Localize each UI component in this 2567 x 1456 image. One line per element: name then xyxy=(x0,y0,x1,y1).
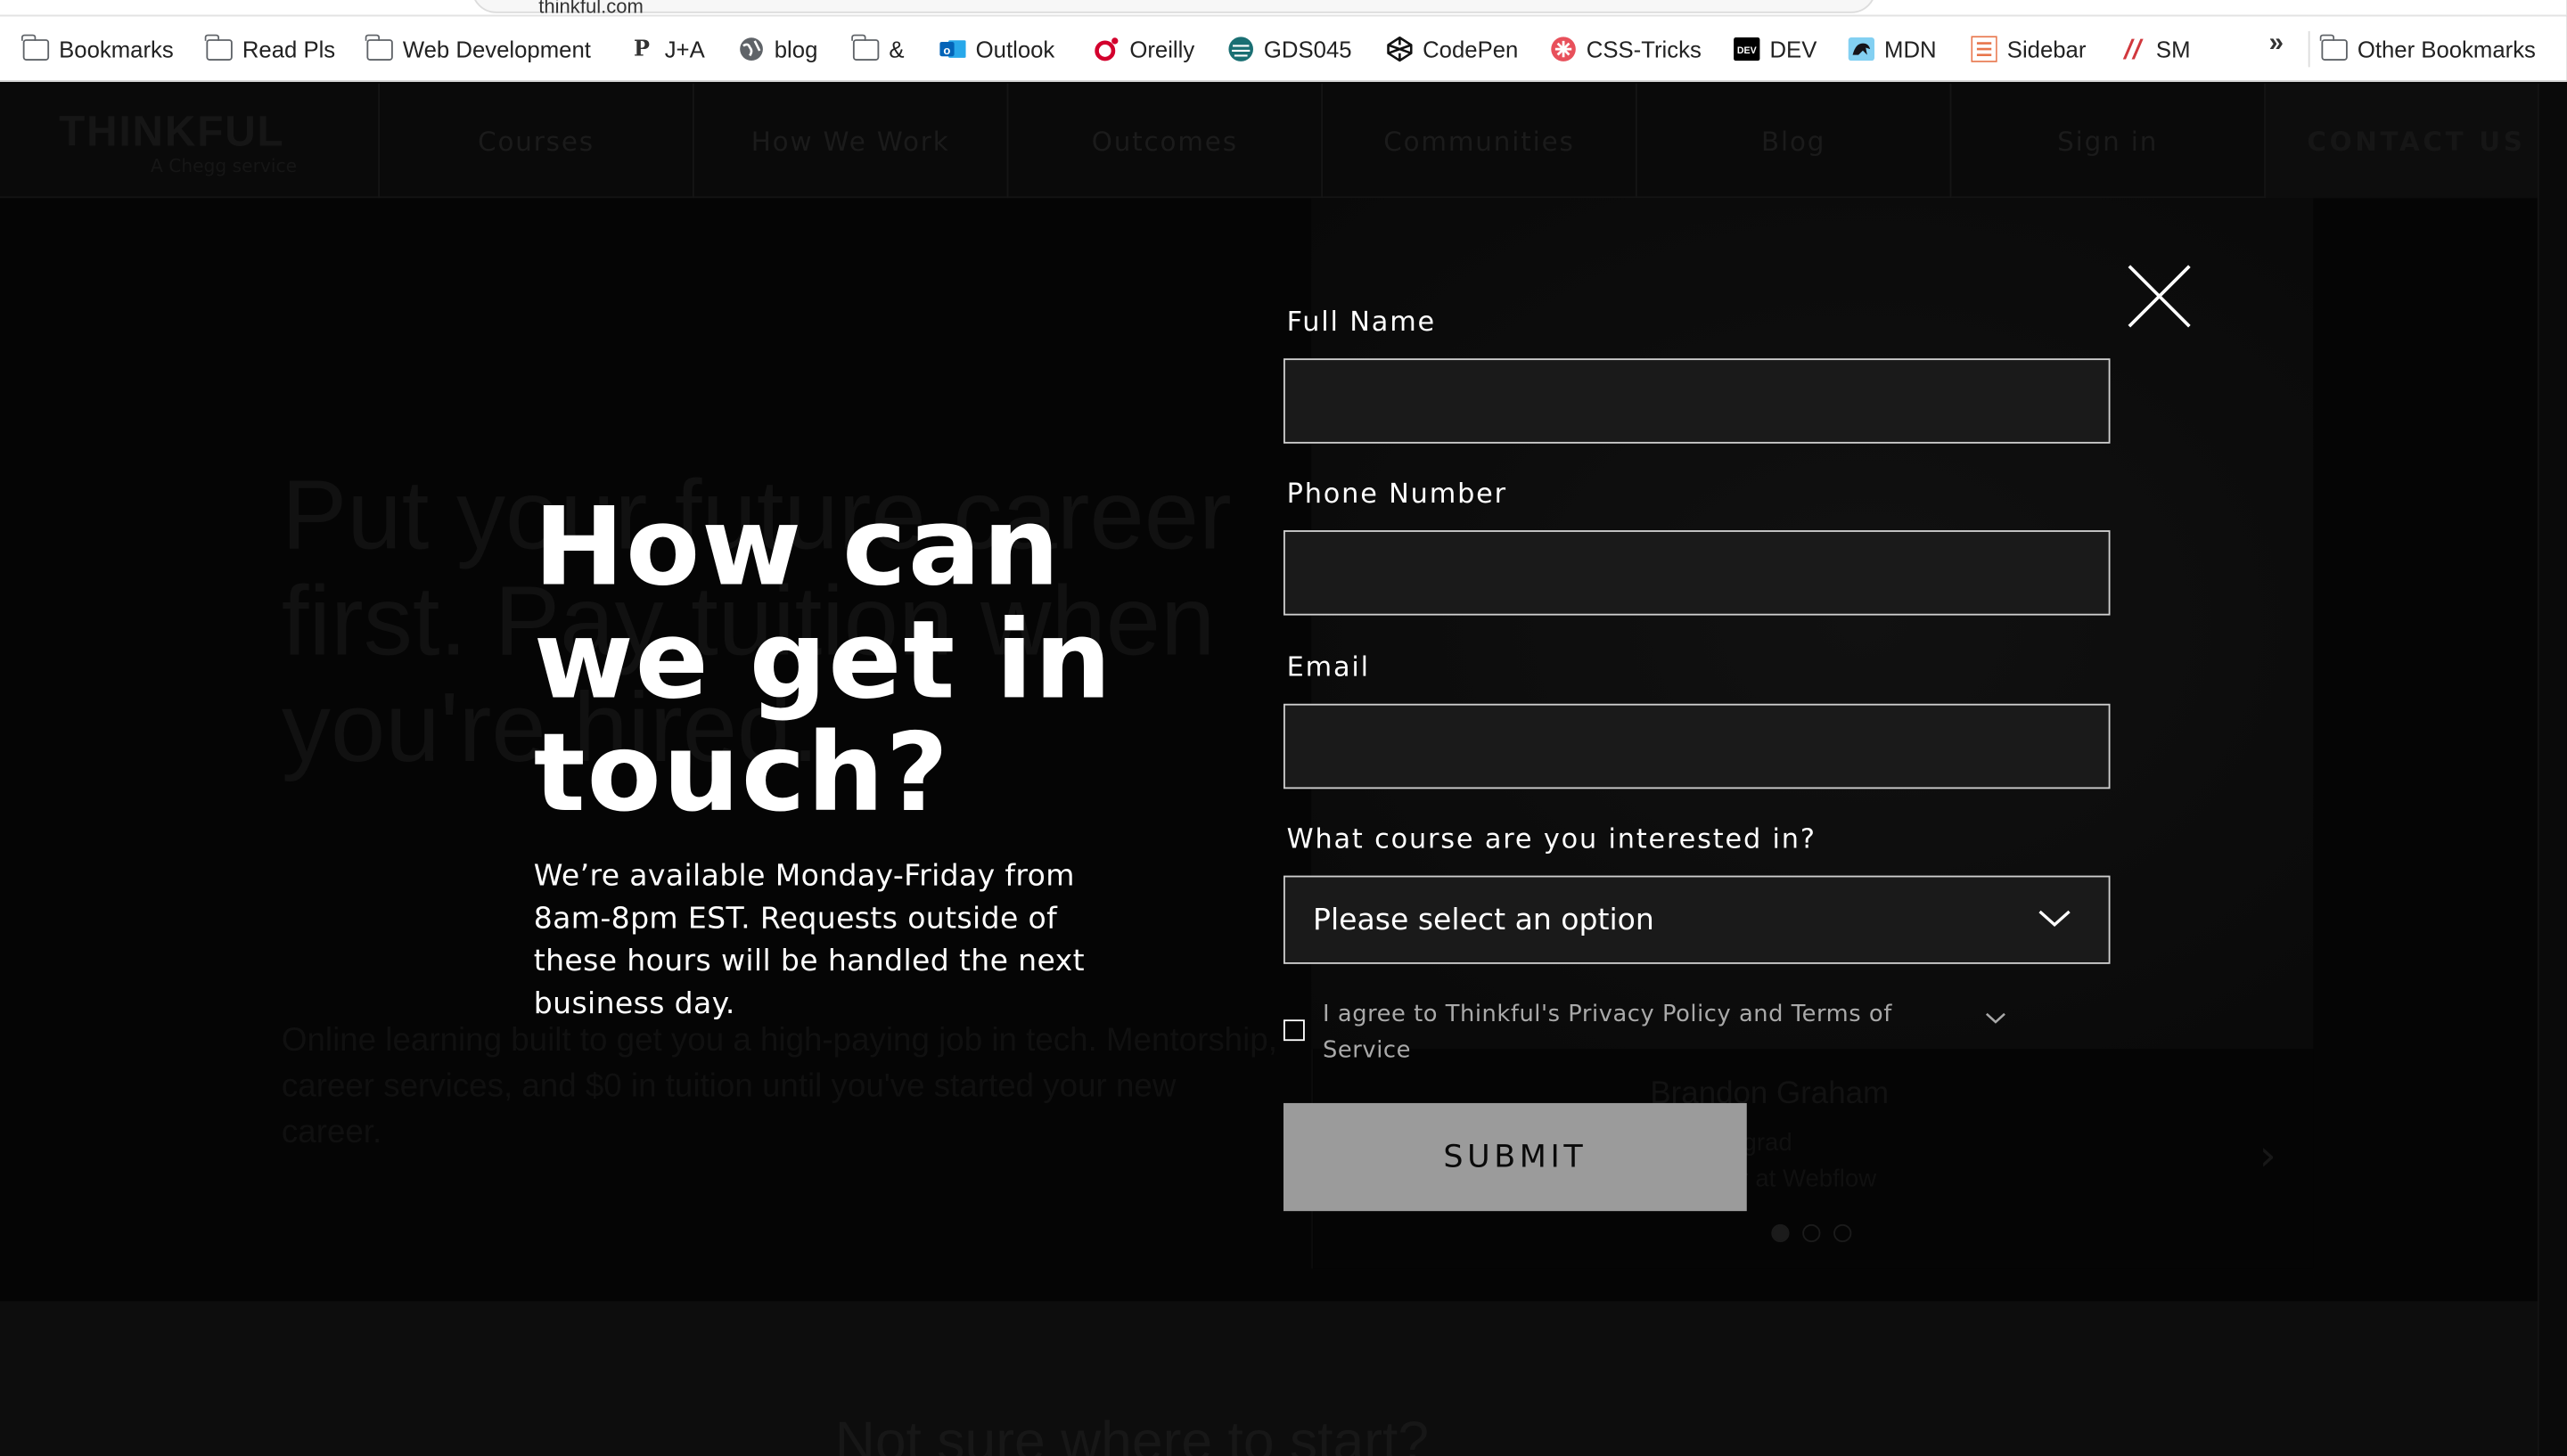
bookmark-sidebar[interactable]: Sidebar xyxy=(1971,33,2086,66)
sm-icon xyxy=(2120,36,2146,61)
bookmarks-bar: Bookmarks Read Pls Web Development P J+A… xyxy=(0,16,2567,82)
page-scrollbar[interactable] xyxy=(2537,83,2567,1456)
bookmark-label: Read Pls xyxy=(242,36,336,62)
bookmark-label: GDS045 xyxy=(1263,36,1352,62)
chevron-down-icon xyxy=(2037,904,2072,938)
submit-button[interactable]: SUBMIT xyxy=(1283,1102,1747,1212)
bookmark-sm[interactable]: SM xyxy=(2120,33,2191,66)
p-icon: P xyxy=(634,37,650,61)
nav-courses: Courses xyxy=(378,83,693,199)
nav-communities: Communities xyxy=(1321,83,1636,199)
oreilly-icon xyxy=(1094,36,1119,61)
bookmark-css-tricks[interactable]: CSS-Tricks xyxy=(1550,33,1702,66)
modal-title: How can we get in touch? xyxy=(533,484,1113,837)
folder-icon xyxy=(851,33,880,61)
bookmark-label: MDN xyxy=(1884,36,1937,62)
bookmark-label: SM xyxy=(2155,36,2191,62)
bookmark-label: blog xyxy=(774,36,818,62)
browser-window: thinkful.com Bookmarks Read Pls Web Deve… xyxy=(0,0,2567,1456)
nav-how-we-work: How We Work xyxy=(692,83,1007,199)
bookmarks-divider xyxy=(2308,30,2310,68)
folder-icon xyxy=(365,33,393,61)
course-label: What course are you interested in? xyxy=(1286,822,1817,855)
carousel-dot xyxy=(1771,1223,1790,1243)
sidebar-icon xyxy=(1971,36,1997,62)
address-bar-url[interactable]: thinkful.com xyxy=(538,0,644,15)
bookmark-blog[interactable]: blog xyxy=(738,33,817,66)
mdn-icon xyxy=(1848,36,1875,61)
course-select[interactable]: Please select an option xyxy=(1283,875,2111,964)
full-name-label: Full Name xyxy=(1286,306,1437,338)
dev-icon: DEV xyxy=(1734,36,1760,61)
full-name-input[interactable] xyxy=(1283,358,2111,444)
logo-subtext: A Chegg service xyxy=(150,155,298,177)
bookmark-label: CSS-Tricks xyxy=(1586,36,1702,62)
bookmark-codepen[interactable]: CodePen xyxy=(1387,33,1519,66)
folder-icon xyxy=(2320,33,2348,61)
globe-icon xyxy=(738,36,764,61)
hero-subheading: Online learning built to get you a high-… xyxy=(281,1022,1277,1151)
bookmark-label: Web Development xyxy=(402,36,591,62)
email-label: Email xyxy=(1286,651,1370,683)
bookmark-bookmarks[interactable]: Bookmarks xyxy=(21,33,174,66)
privacy-agree-text: I agree to Thinkful's Privacy Policy and… xyxy=(1323,1002,1892,1064)
bookmark-j-a[interactable]: P J+A xyxy=(628,33,705,66)
outlook-icon: o xyxy=(939,36,966,61)
bookmark-other-bookmarks[interactable]: Other Bookmarks xyxy=(2320,33,2536,66)
site-nav: THINKFUL A Chegg service Courses How We … xyxy=(0,83,2567,199)
logo-text: THINKFUL xyxy=(59,106,285,156)
bookmark-label: Bookmarks xyxy=(59,36,174,62)
bookmark-gds045[interactable]: GDS045 xyxy=(1228,33,1352,66)
svg-text:DEV: DEV xyxy=(1737,45,1757,56)
carousel-dot xyxy=(1802,1223,1821,1243)
bookmark-outlook[interactable]: o Outlook xyxy=(939,33,1054,66)
folder-icon xyxy=(205,33,233,61)
modal-description: We’re available Monday-Friday from 8am-8… xyxy=(533,859,1085,1022)
svg-text:o: o xyxy=(943,44,950,57)
bookmark-web-development[interactable]: Web Development xyxy=(365,33,591,66)
bookmark-mdn[interactable]: MDN xyxy=(1848,33,1937,66)
nav-sign-in: Sign in xyxy=(1949,83,2265,199)
bookmark-label: Oreilly xyxy=(1129,36,1195,62)
bookmark-label: Sidebar xyxy=(2006,36,2087,62)
bookmark-read-pls[interactable]: Read Pls xyxy=(205,33,336,66)
course-select-value: Please select an option xyxy=(1313,902,1654,937)
codepen-icon xyxy=(1387,36,1413,62)
close-icon[interactable] xyxy=(2128,266,2191,328)
carousel-dots xyxy=(1771,1223,1852,1243)
bookmarks-overflow-button[interactable]: » xyxy=(2269,29,2284,59)
bookmark-dev[interactable]: DEV DEV xyxy=(1734,33,1817,66)
privacy-agree-checkbox[interactable] xyxy=(1283,1019,1305,1042)
folder-icon xyxy=(21,33,50,61)
bookmark-label: J+A xyxy=(664,36,705,62)
bookmark-label: Outlook xyxy=(975,36,1055,62)
nav-outcomes: Outcomes xyxy=(1006,83,1322,199)
bookmark-ampersand[interactable]: & xyxy=(851,33,905,66)
thinkful-logo: THINKFUL A Chegg service xyxy=(59,106,297,176)
bookmark-oreilly[interactable]: Oreilly xyxy=(1094,33,1194,66)
bookmark-label: & xyxy=(889,36,905,62)
nav-blog: Blog xyxy=(1635,83,1950,199)
nav-contact-us: CONTACT US xyxy=(2264,83,2567,199)
email-input[interactable] xyxy=(1283,703,2111,789)
phone-number-label: Phone Number xyxy=(1286,478,1507,510)
bookmark-label: DEV xyxy=(1769,36,1817,62)
bookmark-label: Other Bookmarks xyxy=(2357,36,2536,62)
lower-section-heading: Not sure where to start? xyxy=(834,1411,1430,1456)
chevron-down-icon xyxy=(1984,1002,2007,1033)
carousel-next-icon: › xyxy=(2259,1132,2276,1182)
css-tricks-icon xyxy=(1550,36,1576,61)
bookmark-label: CodePen xyxy=(1423,36,1519,62)
browser-toolbar: thinkful.com xyxy=(0,0,2567,17)
carousel-dot xyxy=(1833,1223,1852,1243)
address-bar[interactable]: thinkful.com xyxy=(471,0,1876,15)
phone-number-input[interactable] xyxy=(1283,530,2111,616)
gds-icon xyxy=(1228,36,1254,61)
